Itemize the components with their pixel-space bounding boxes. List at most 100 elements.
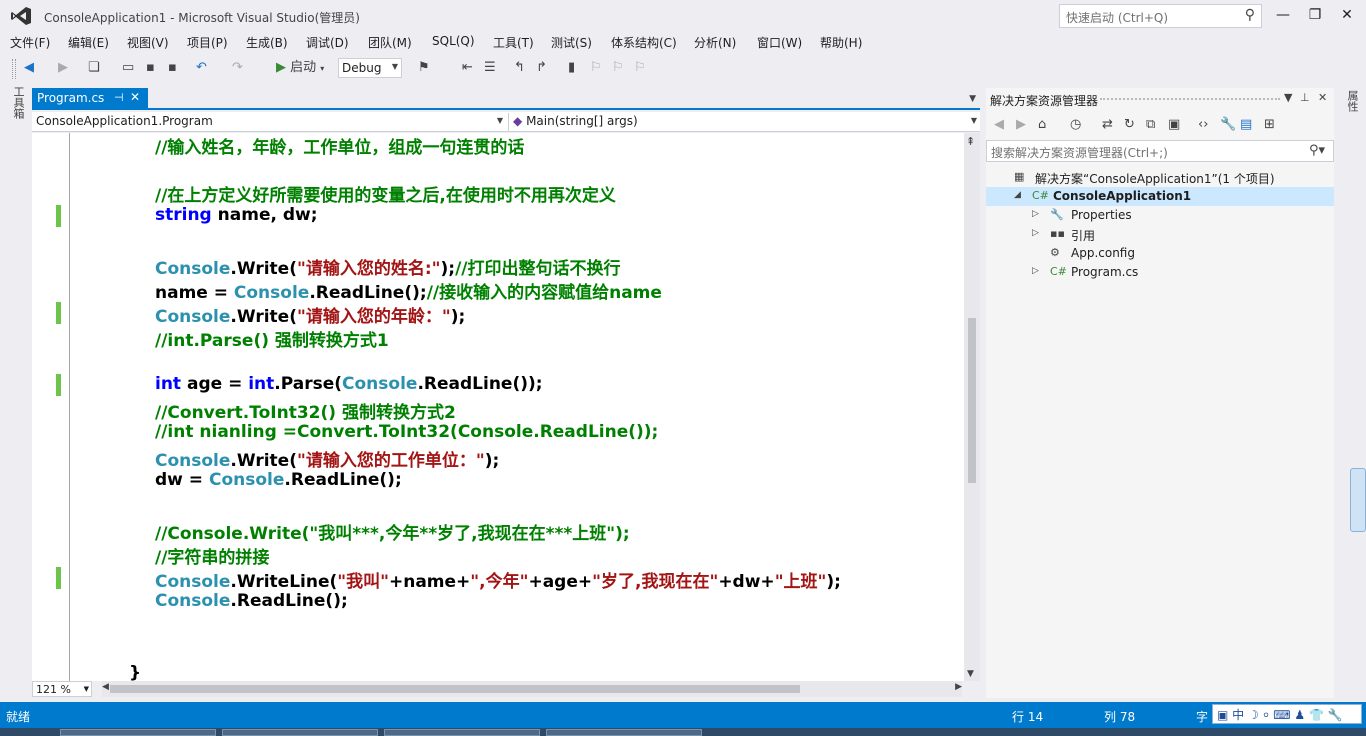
- code-line[interactable]: }: [129, 663, 141, 681]
- scroll-left-icon[interactable]: ◀: [102, 682, 109, 692]
- horizontal-scroll-thumb[interactable]: [110, 685, 800, 693]
- save-icon[interactable]: ▪: [146, 58, 155, 78]
- menu-build[interactable]: 生成(B): [246, 34, 288, 51]
- ime-punctuation-icon[interactable]: ☽ ⸰ ⌨ ♟ 👕 🔧: [1248, 708, 1343, 722]
- home-icon[interactable]: ⌂: [1038, 117, 1046, 132]
- member-dropdown[interactable]: ◆ Main(string[] args) ▼: [508, 113, 980, 131]
- pin-icon[interactable]: ⊥: [1300, 91, 1310, 104]
- expand-arrow-icon[interactable]: ◢: [1014, 190, 1021, 200]
- menu-file[interactable]: 文件(F): [10, 34, 50, 51]
- code-line[interactable]: Console.Write("请输入您的姓名:");//打印出整句话不换行: [155, 254, 621, 279]
- show-all-files-icon[interactable]: ▣: [1168, 117, 1180, 132]
- code-line[interactable]: //int nianling =Convert.ToInt32(Console.…: [155, 422, 658, 442]
- bookmark-toggle-icon[interactable]: ⇤: [462, 58, 473, 78]
- next-bookmark-icon[interactable]: ⚐: [612, 58, 624, 78]
- view-code-icon[interactable]: ‹›: [1198, 117, 1208, 132]
- tab-overflow-icon[interactable]: ▼: [969, 94, 976, 104]
- vertical-scrollbar[interactable]: ⇞ ▼: [964, 133, 980, 681]
- menu-help[interactable]: 帮助(H): [820, 34, 862, 51]
- code-line[interactable]: //Convert.ToInt32() 强制转换方式2: [155, 398, 456, 423]
- back-icon[interactable]: ◀: [994, 117, 1004, 132]
- new-project-icon[interactable]: ❏: [88, 58, 100, 78]
- code-line[interactable]: Console.WriteLine("我叫"+name+",今年"+age+"岁…: [155, 567, 841, 592]
- code-line[interactable]: name = Console.ReadLine();//接收输入的内容赋值给na…: [155, 278, 662, 303]
- menu-debug[interactable]: 调试(D): [306, 34, 349, 51]
- scroll-right-icon[interactable]: ▶: [955, 682, 962, 692]
- sync-icon[interactable]: ⇄: [1102, 117, 1113, 132]
- solution-explorer-search-input[interactable]: 搜索解决方案资源管理器(Ctrl+;) ⚲▾: [986, 140, 1334, 162]
- code-line[interactable]: Console.Write("请输入您的工作单位：");: [155, 446, 499, 471]
- redo-icon[interactable]: ↷: [232, 58, 243, 78]
- menu-window[interactable]: 窗口(W): [757, 34, 802, 51]
- code-line[interactable]: Console.ReadLine();: [155, 591, 348, 611]
- ime-grip[interactable]: [1350, 468, 1366, 532]
- expand-arrow-icon[interactable]: ▷: [1032, 209, 1039, 219]
- tree-item[interactable]: ◢ C# ConsoleApplication1: [986, 187, 1334, 206]
- properties-tab[interactable]: 属性: [1344, 90, 1360, 112]
- menu-architecture[interactable]: 体系结构(C): [611, 34, 677, 51]
- taskbar-item[interactable]: [546, 729, 702, 736]
- taskbar-item[interactable]: [222, 729, 378, 736]
- split-window-icon[interactable]: ⇞: [966, 135, 975, 148]
- panel-grip[interactable]: [1100, 98, 1280, 102]
- code-editor[interactable]: //输入姓名，年龄，工作单位，组成一句连贯的话 //在上方定义好所需要使用的变量之…: [32, 133, 964, 681]
- toolbar-grip[interactable]: [12, 59, 16, 79]
- refresh-icon[interactable]: ↻: [1124, 117, 1135, 132]
- pending-changes-icon[interactable]: ◷: [1070, 117, 1081, 132]
- panel-menu-icon[interactable]: ▼: [1284, 91, 1292, 104]
- undo-icon[interactable]: ↶: [196, 58, 207, 78]
- code-line[interactable]: //在上方定义好所需要使用的变量之后,在使用时不用再次定义: [155, 181, 616, 206]
- ime-icon[interactable]: ▣: [1217, 708, 1228, 722]
- tree-item[interactable]: ▷ 🔧 Properties: [986, 206, 1334, 225]
- pin-icon[interactable]: ⊣: [114, 91, 124, 104]
- menu-view[interactable]: 视图(V): [127, 34, 169, 51]
- zoom-select[interactable]: 121 % ▼: [32, 681, 92, 697]
- forward-icon[interactable]: ▶: [1016, 117, 1026, 132]
- expand-arrow-icon[interactable]: ▷: [1032, 266, 1039, 276]
- code-line[interactable]: int age = int.Parse(Console.ReadLine());: [155, 374, 543, 394]
- quick-launch-input[interactable]: 快速启动 (Ctrl+Q) ⚲: [1059, 4, 1262, 28]
- menu-team[interactable]: 团队(M): [368, 34, 412, 51]
- forward-icon[interactable]: ▶: [58, 58, 68, 78]
- menu-edit[interactable]: 编辑(E): [68, 34, 109, 51]
- close-button[interactable]: ✕: [1332, 4, 1362, 26]
- minimize-button[interactable]: —: [1268, 4, 1298, 26]
- tab-program-cs[interactable]: Program.cs ⊣ ✕: [32, 88, 148, 110]
- menu-project[interactable]: 项目(P): [187, 34, 228, 51]
- scroll-down-icon[interactable]: ▼: [967, 669, 974, 679]
- code-line[interactable]: //int.Parse() 强制转换方式1: [155, 326, 389, 351]
- expand-arrow-icon[interactable]: ▷: [1032, 228, 1039, 238]
- comment-icon[interactable]: ↰: [514, 58, 525, 78]
- menu-tools[interactable]: 工具(T): [493, 34, 534, 51]
- close-panel-icon[interactable]: ✕: [1318, 91, 1327, 104]
- close-tab-icon[interactable]: ✕: [130, 90, 140, 104]
- code-line[interactable]: //输入姓名，年龄，工作单位，组成一句连贯的话: [155, 133, 524, 158]
- toolbox-tab[interactable]: 工具箱: [6, 86, 26, 126]
- tree-item[interactable]: ▷ C# Program.cs: [986, 263, 1334, 282]
- properties-icon[interactable]: 🔧: [1220, 117, 1236, 132]
- back-icon[interactable]: ◀: [24, 58, 34, 78]
- class-dropdown[interactable]: ConsoleApplication1.Program ▼: [32, 113, 506, 131]
- code-line[interactable]: //字符串的拼接: [155, 543, 269, 568]
- previous-bookmark-icon[interactable]: ⚐: [590, 58, 602, 78]
- bookmark-icon[interactable]: ▮: [568, 58, 575, 78]
- clear-bookmarks-icon[interactable]: ⚐: [634, 58, 646, 78]
- taskbar-item[interactable]: [384, 729, 540, 736]
- uncomment-icon[interactable]: ↱: [536, 58, 547, 78]
- tree-item[interactable]: ▷ ▪▪ 引用: [986, 225, 1334, 244]
- menu-test[interactable]: 测试(S): [551, 34, 592, 51]
- save-all-icon[interactable]: ▪: [168, 58, 177, 78]
- find-in-files-icon[interactable]: ⚑: [418, 58, 430, 78]
- collapse-all-icon[interactable]: ⧉: [1146, 117, 1155, 132]
- ime-mode[interactable]: 中: [1232, 708, 1244, 722]
- tree-item[interactable]: ▦ 解决方案“ConsoleApplication1”(1 个项目): [986, 168, 1334, 187]
- ime-toolbar[interactable]: ▣ 中 ☽ ⸰ ⌨ ♟ 👕 🔧: [1212, 704, 1362, 724]
- start-debugging-button[interactable]: ▶ 启动 ▾: [276, 58, 336, 78]
- preview-selected-icon[interactable]: ▤: [1240, 117, 1252, 132]
- maximize-button[interactable]: ❐: [1300, 4, 1330, 26]
- menu-sql[interactable]: SQL(Q): [432, 34, 475, 48]
- outdent-icon[interactable]: ☰: [484, 58, 496, 78]
- horizontal-scrollbar[interactable]: ◀ ▶: [102, 681, 962, 697]
- code-line[interactable]: string name, dw;: [155, 205, 318, 225]
- open-file-icon[interactable]: ▭: [122, 58, 134, 78]
